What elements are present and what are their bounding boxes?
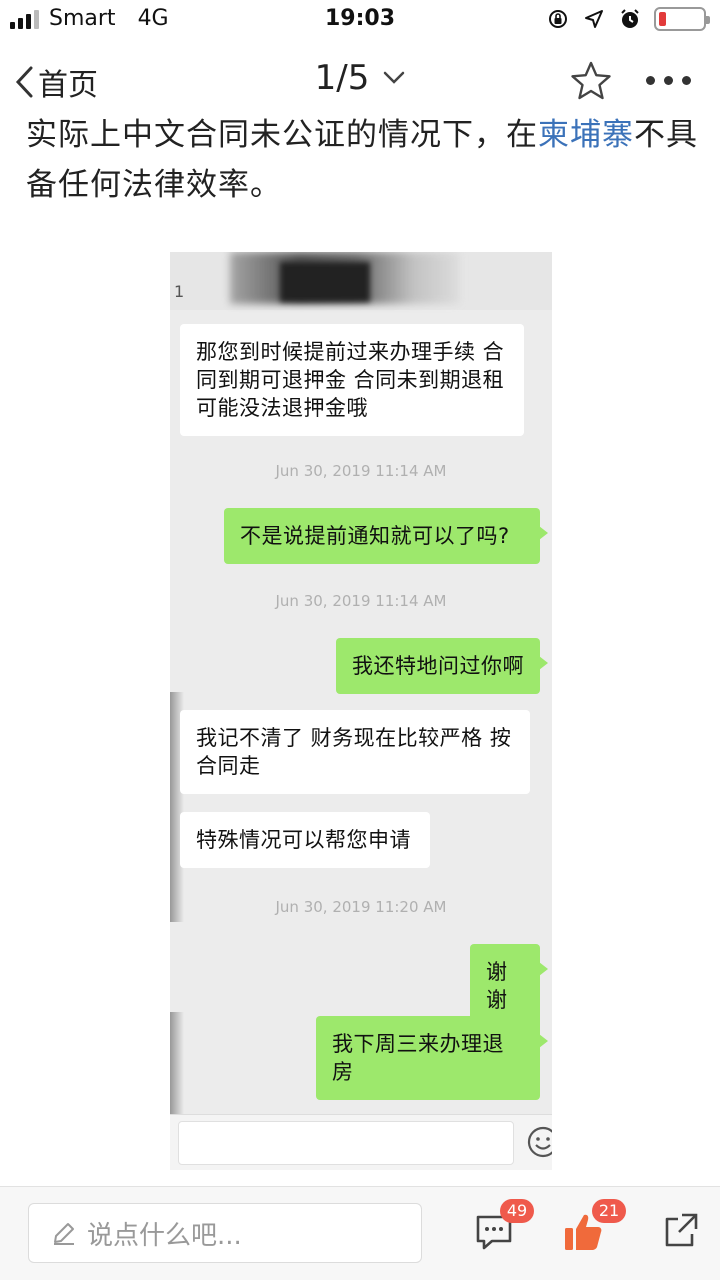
chat-input-bar [170,1114,552,1170]
article-link[interactable]: 柬埔寨 [538,117,634,153]
like-button[interactable]: 21 [562,1199,626,1257]
chat-bubble-incoming: 那您到时候提前过来办理手续 合同到期可退押金 合同未到期退租可能没法退押金哦 [180,324,524,436]
comment-placeholder: 说点什么吧... [87,1220,242,1251]
comment-count-badge: 49 [500,1199,534,1223]
more-dot-icon [664,76,673,85]
favorite-button[interactable] [570,60,612,106]
pencil-icon [54,1223,74,1245]
blurred-name [280,262,370,302]
battery-icon [654,7,710,31]
article-text: 实际上中文合同未公证的情况下，在 [26,117,538,153]
chat-bubble-outgoing: 我下周三来办理退房 [316,1016,548,1100]
image-edge-shadow [170,1012,184,1122]
article-line-2: 备任何法律效率。 [26,167,282,203]
chat-header-number: 1 [174,282,185,301]
orientation-lock-icon [546,7,570,31]
more-button[interactable] [646,76,691,85]
chevron-down-icon [384,71,405,84]
comment-input[interactable]: 说点什么吧... [28,1203,422,1263]
chat-timestamp: Jun 30, 2019 11:20 AM [275,898,447,916]
chat-timestamp: Jun 30, 2019 11:14 AM [275,462,447,480]
chat-header-blurred: 1 [170,252,552,310]
chat-bubble-outgoing: 我还特地问过你啊 [336,638,548,694]
chat-screenshot-image[interactable]: 1 那您到时候提前过来办理手续 合同到期可退押金 合同未到期退租可能没法退押金哦… [170,252,552,1170]
more-dot-icon [646,76,655,85]
more-dot-icon [682,76,691,85]
article-line-1: 实际上中文合同未公证的情况下，在柬埔寨不具 [26,110,706,160]
share-icon [665,1213,698,1247]
emoji-icon [526,1125,552,1163]
star-icon [571,61,611,100]
chat-timestamp: Jun 30, 2019 11:14 AM [275,592,447,610]
chat-bubble-outgoing: 不是说提前通知就可以了吗? [224,508,548,564]
chat-bubble-incoming: 我记不清了 财务现在比较严格 按合同走 [180,710,530,794]
bottom-bar: 说点什么吧... 49 21 [0,1186,720,1280]
article-text: 不具 [634,117,698,153]
like-count-badge: 21 [592,1199,626,1223]
share-button[interactable] [662,1211,700,1253]
article-body: 实际上中文合同未公证的情况下，在柬埔寨不具 备任何法律效率。 [26,110,706,210]
status-right [546,7,710,31]
status-bar: Smart 4G 19:03 [0,0,720,40]
location-icon [582,7,606,31]
chat-input-field [178,1121,514,1165]
chat-bubble-incoming: 特殊情况可以帮您申请 [180,812,430,868]
page-indicator-text: 1/5 [314,58,370,98]
alarm-icon [618,7,642,31]
page-indicator[interactable]: 1/5 [0,58,720,98]
comments-button[interactable]: 49 [474,1199,534,1255]
